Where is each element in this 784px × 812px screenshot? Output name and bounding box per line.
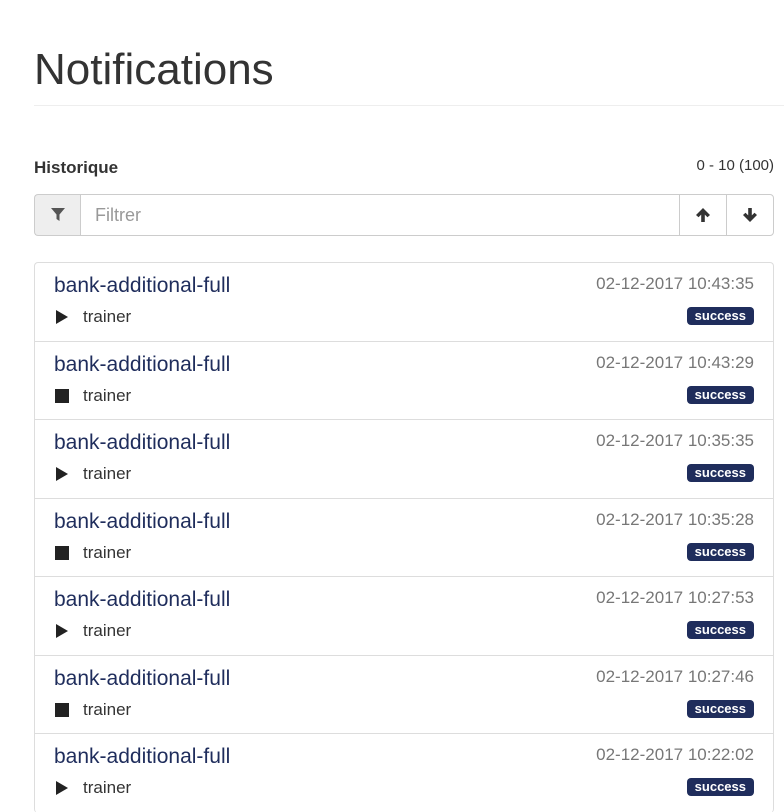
item-timestamp: 02-12-2017 10:22:02 — [596, 745, 754, 764]
item-name-link[interactable]: bank-additional-full — [54, 510, 230, 534]
list-item[interactable]: bank-additional-full 02-12-2017 10:35:35… — [35, 420, 773, 499]
notification-list: bank-additional-full 02-12-2017 10:43:35… — [34, 262, 774, 812]
filter-bar — [34, 194, 774, 236]
list-item[interactable]: bank-additional-full 02-12-2017 10:27:53… — [35, 577, 773, 656]
sort-ascending-button[interactable] — [679, 194, 727, 236]
play-icon — [55, 465, 77, 483]
item-timestamp: 02-12-2017 10:27:53 — [596, 588, 754, 607]
status-badge: success — [686, 621, 754, 639]
item-timestamp: 02-12-2017 10:35:35 — [596, 431, 754, 450]
list-item[interactable]: bank-additional-full 02-12-2017 10:22:02… — [35, 734, 773, 812]
play-icon — [55, 779, 77, 797]
item-timestamp: 02-12-2017 10:43:29 — [596, 352, 754, 372]
arrow-up-icon — [696, 208, 710, 222]
list-item[interactable]: bank-additional-full 02-12-2017 10:43:35… — [35, 263, 773, 342]
item-type: trainer — [55, 621, 131, 641]
status-badge: success — [686, 464, 754, 482]
status-badge: success — [686, 307, 754, 325]
item-name-link[interactable]: bank-additional-full — [54, 431, 230, 455]
item-name-link[interactable]: bank-additional-full — [54, 274, 230, 298]
page-title: Notifications — [34, 45, 274, 94]
pagination-range: 0 - 10 (100) — [696, 157, 774, 174]
title-divider — [34, 105, 784, 106]
item-type-label: trainer — [83, 699, 132, 719]
item-name-link[interactable]: bank-additional-full — [54, 745, 230, 769]
item-type-label: trainer — [83, 464, 132, 483]
item-timestamp: 02-12-2017 10:35:28 — [596, 509, 754, 529]
list-item[interactable]: bank-additional-full 02-12-2017 10:43:29… — [35, 342, 773, 420]
play-icon — [55, 622, 77, 640]
item-name-link[interactable]: bank-additional-full — [54, 353, 230, 377]
item-type: trainer — [55, 700, 131, 720]
play-icon — [55, 308, 77, 326]
arrow-down-icon — [743, 208, 757, 222]
item-type-label: trainer — [83, 385, 132, 405]
list-item[interactable]: bank-additional-full 02-12-2017 10:27:46… — [35, 656, 773, 734]
item-type: trainer — [55, 464, 131, 484]
status-badge: success — [686, 699, 754, 718]
item-type: trainer — [55, 543, 131, 563]
filter-input[interactable] — [80, 194, 680, 236]
item-type-label: trainer — [83, 778, 132, 797]
item-timestamp: 02-12-2017 10:27:46 — [596, 666, 754, 686]
status-badge: success — [686, 542, 754, 561]
item-type-label: trainer — [83, 621, 132, 640]
item-timestamp: 02-12-2017 10:43:35 — [596, 274, 754, 293]
item-type: trainer — [55, 778, 131, 798]
stop-icon — [55, 387, 77, 405]
item-type-label: trainer — [83, 307, 132, 326]
sort-descending-button[interactable] — [726, 194, 774, 236]
item-name-link[interactable]: bank-additional-full — [54, 667, 230, 691]
list-item[interactable]: bank-additional-full 02-12-2017 10:35:28… — [35, 499, 773, 577]
filter-icon-addon — [34, 194, 80, 236]
item-type: trainer — [55, 386, 131, 406]
item-name-link[interactable]: bank-additional-full — [54, 588, 230, 612]
stop-icon — [55, 701, 77, 719]
status-badge: success — [686, 778, 754, 796]
history-label: Historique — [34, 158, 119, 177]
item-type-label: trainer — [83, 542, 132, 562]
status-badge: success — [686, 385, 754, 404]
item-type: trainer — [55, 307, 131, 327]
stop-icon — [55, 544, 77, 562]
filter-icon — [50, 208, 65, 221]
